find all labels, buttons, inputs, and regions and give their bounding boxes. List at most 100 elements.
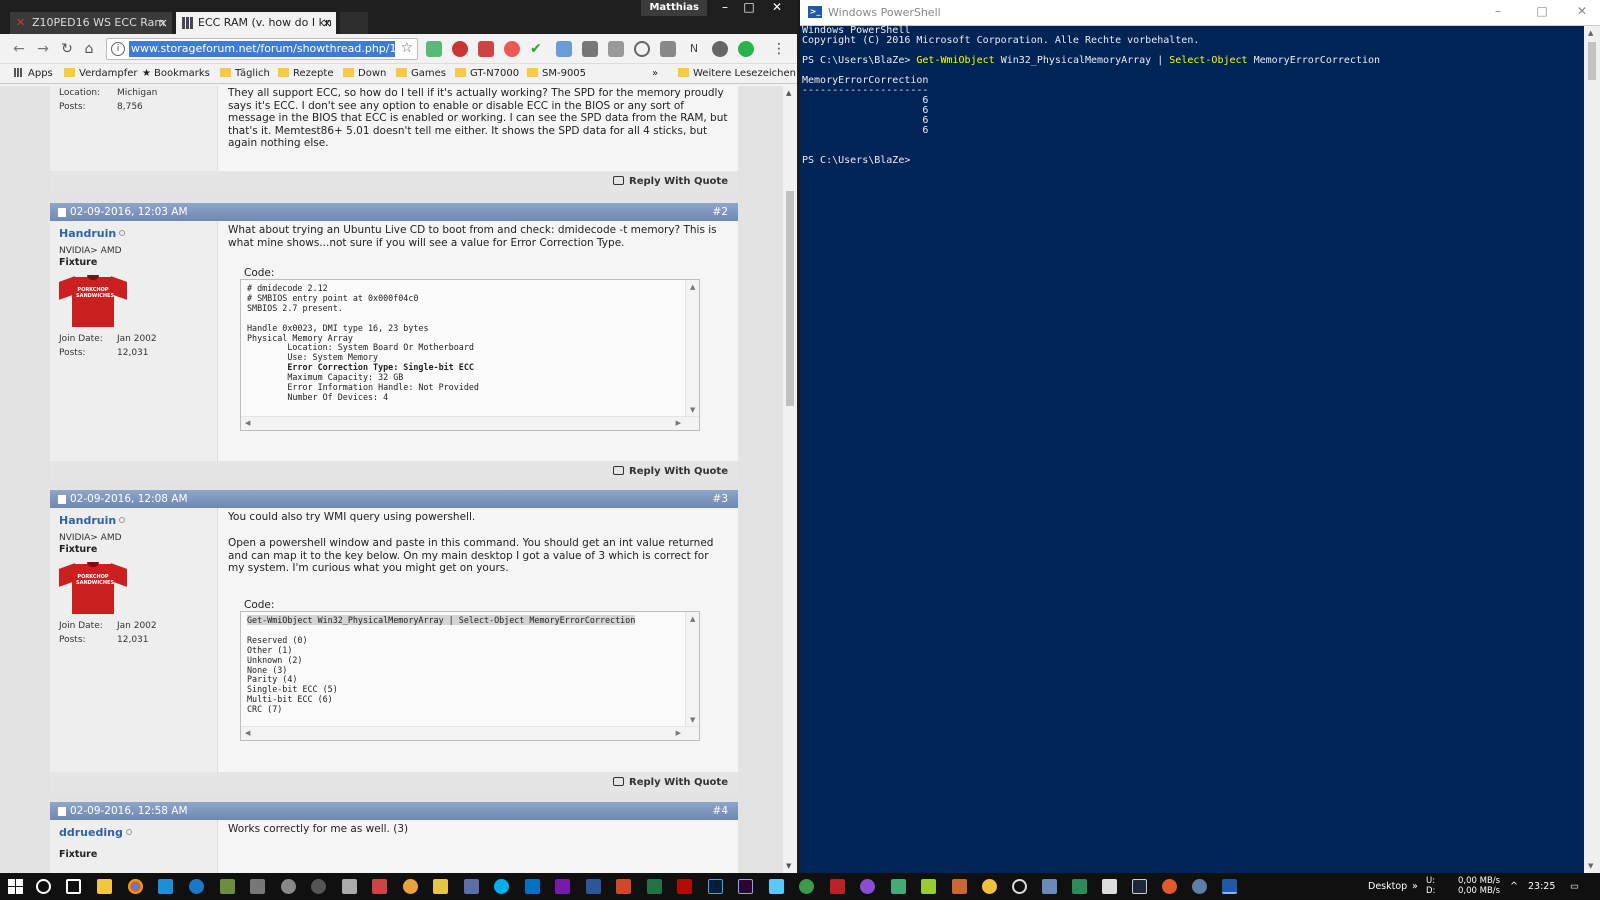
username[interactable]: Handruin: [59, 227, 116, 240]
app-icon[interactable]: [769, 879, 784, 894]
extension-icon[interactable]: N: [686, 41, 702, 57]
whatsapp-icon[interactable]: [738, 41, 754, 57]
photoshop-icon[interactable]: [708, 879, 723, 894]
app-icon[interactable]: [403, 879, 418, 894]
reply-with-quote-button[interactable]: Reply With Quote: [613, 777, 728, 788]
close-window-icon[interactable]: ✕: [765, 0, 789, 16]
ublock-icon[interactable]: [452, 41, 468, 57]
app-icon[interactable]: [220, 879, 235, 894]
code-block[interactable]: # dmidecode 2.12 # SMBIOS entry point at…: [240, 279, 700, 431]
scroll-right-icon[interactable]: ▶: [676, 419, 681, 427]
chat-icon[interactable]: [582, 41, 598, 57]
extension-icon[interactable]: [556, 41, 572, 57]
forward-icon[interactable]: →: [34, 40, 52, 58]
post-number-link[interactable]: #2: [713, 203, 728, 221]
username[interactable]: ddrueding: [59, 826, 123, 839]
app-icon[interactable]: [433, 879, 448, 894]
tab-ecc-ram[interactable]: ECC RAM (v. how do I kn ×: [176, 12, 336, 34]
alert-extension-icon[interactable]: [504, 41, 520, 57]
scroll-down-icon[interactable]: ▼: [1588, 862, 1593, 870]
extension-icon[interactable]: [660, 41, 676, 57]
scroll-up-icon[interactable]: ▲: [690, 615, 695, 623]
app-icon[interactable]: [342, 879, 357, 894]
minimize-icon[interactable]: –: [1486, 4, 1510, 18]
action-center-icon[interactable]: ▭: [1570, 873, 1579, 900]
close-icon[interactable]: ×: [158, 12, 168, 34]
scrollbar-thumb[interactable]: [1588, 42, 1596, 80]
extension-icon[interactable]: [712, 41, 728, 57]
minimize-icon[interactable]: –: [713, 0, 737, 16]
app-icon[interactable]: [1072, 879, 1087, 894]
info-icon[interactable]: i: [111, 42, 125, 56]
check-icon[interactable]: ✔: [530, 41, 546, 57]
code-vertical-scrollbar[interactable]: ▲ ▼: [685, 280, 699, 430]
code-content[interactable]: # dmidecode 2.12 # SMBIOS entry point at…: [241, 280, 699, 407]
app-icon[interactable]: [891, 879, 906, 894]
page-scrollbar[interactable]: ▲ ▼: [783, 86, 797, 873]
powerpoint-icon[interactable]: [616, 879, 631, 894]
close-icon[interactable]: ✕: [1570, 4, 1594, 18]
extension-icon[interactable]: [478, 41, 494, 57]
media-player-icon[interactable]: [311, 879, 326, 894]
reply-with-quote-button[interactable]: Reply With Quote: [613, 466, 728, 477]
bookmark-folder[interactable]: Täglich: [220, 67, 270, 81]
app-icon[interactable]: [830, 879, 845, 894]
bookmark-folder[interactable]: ★ Bookmarks: [142, 67, 210, 81]
scroll-up-icon[interactable]: ▲: [690, 283, 695, 291]
code-content[interactable]: Get-WmiObject Win32_PhysicalMemoryArray …: [241, 612, 699, 719]
scroll-down-icon[interactable]: ▼: [690, 716, 695, 724]
maximize-icon[interactable]: □: [1530, 4, 1554, 18]
scroll-down-icon[interactable]: ▼: [786, 862, 791, 870]
app-icon[interactable]: [250, 879, 265, 894]
tab-z10ped16[interactable]: ✕ Z10PED16 WS ECC Ram ×: [10, 12, 172, 34]
profile-button[interactable]: Matthias: [641, 0, 707, 16]
excel-icon[interactable]: [647, 879, 662, 894]
new-tab-button[interactable]: [340, 12, 368, 34]
url-text[interactable]: www.storageforum.net/forum/showthread.ph…: [129, 41, 395, 57]
skype-icon[interactable]: [494, 879, 509, 894]
post-number-link[interactable]: #4: [713, 802, 728, 820]
toolbar-chevron[interactable]: »: [1412, 873, 1418, 900]
scroll-right-icon[interactable]: ▶: [676, 729, 681, 737]
steam-icon[interactable]: [1132, 879, 1147, 894]
start-windows-icon[interactable]: [8, 879, 23, 894]
bookmark-folder[interactable]: Verdampfer: [64, 67, 138, 81]
username[interactable]: Handruin: [59, 514, 116, 527]
scroll-up-icon[interactable]: ▲: [786, 89, 791, 97]
tray-expand-icon[interactable]: ^: [1510, 873, 1518, 900]
console-output[interactable]: Windows PowerShell Copyright (C) 2016 Mi…: [802, 26, 1582, 166]
scroll-down-icon[interactable]: ▼: [690, 406, 695, 414]
bookmark-folder[interactable]: Rezepte: [278, 67, 333, 81]
scroll-up-icon[interactable]: ▲: [1588, 29, 1593, 37]
code-vertical-scrollbar[interactable]: ▲ ▼: [685, 612, 699, 740]
edge-icon[interactable]: [158, 879, 173, 894]
acrobat-icon[interactable]: [677, 879, 692, 894]
bookmark-folder[interactable]: Games: [396, 67, 446, 81]
reply-with-quote-button[interactable]: Reply With Quote: [613, 176, 728, 187]
ie-icon[interactable]: [189, 879, 204, 894]
outlook-icon[interactable]: [525, 879, 540, 894]
app-icon[interactable]: [464, 879, 479, 894]
app-icon[interactable]: [1162, 879, 1177, 894]
app-icon[interactable]: [1102, 879, 1117, 894]
code-block[interactable]: Get-WmiObject Win32_PhysicalMemoryArray …: [240, 611, 700, 741]
bookmark-folder[interactable]: SM-9005: [527, 67, 586, 81]
username-link[interactable]: Handruin: [59, 514, 126, 527]
app-icon[interactable]: [1192, 879, 1207, 894]
scrollbar-thumb[interactable]: [786, 191, 794, 406]
search-icon[interactable]: [634, 41, 650, 57]
maximize-icon[interactable]: □: [737, 0, 761, 16]
word-icon[interactable]: [586, 879, 601, 894]
extension-icon[interactable]: [426, 41, 442, 57]
scroll-left-icon[interactable]: ◀: [245, 419, 250, 427]
onenote-icon[interactable]: [555, 879, 570, 894]
app-icon[interactable]: [372, 879, 387, 894]
app-icon[interactable]: [982, 879, 997, 894]
console-scrollbar[interactable]: ▲ ▼: [1584, 26, 1600, 873]
menu-icon[interactable]: ⋮: [770, 40, 788, 58]
desktop-toolbar[interactable]: Desktop: [1368, 873, 1407, 900]
username-link[interactable]: ddrueding: [59, 826, 132, 839]
task-view-icon[interactable]: [66, 879, 81, 894]
powershell-window[interactable]: >_ Windows PowerShell – □ ✕ Windows Powe…: [800, 0, 1600, 873]
file-explorer-icon[interactable]: [97, 879, 112, 894]
